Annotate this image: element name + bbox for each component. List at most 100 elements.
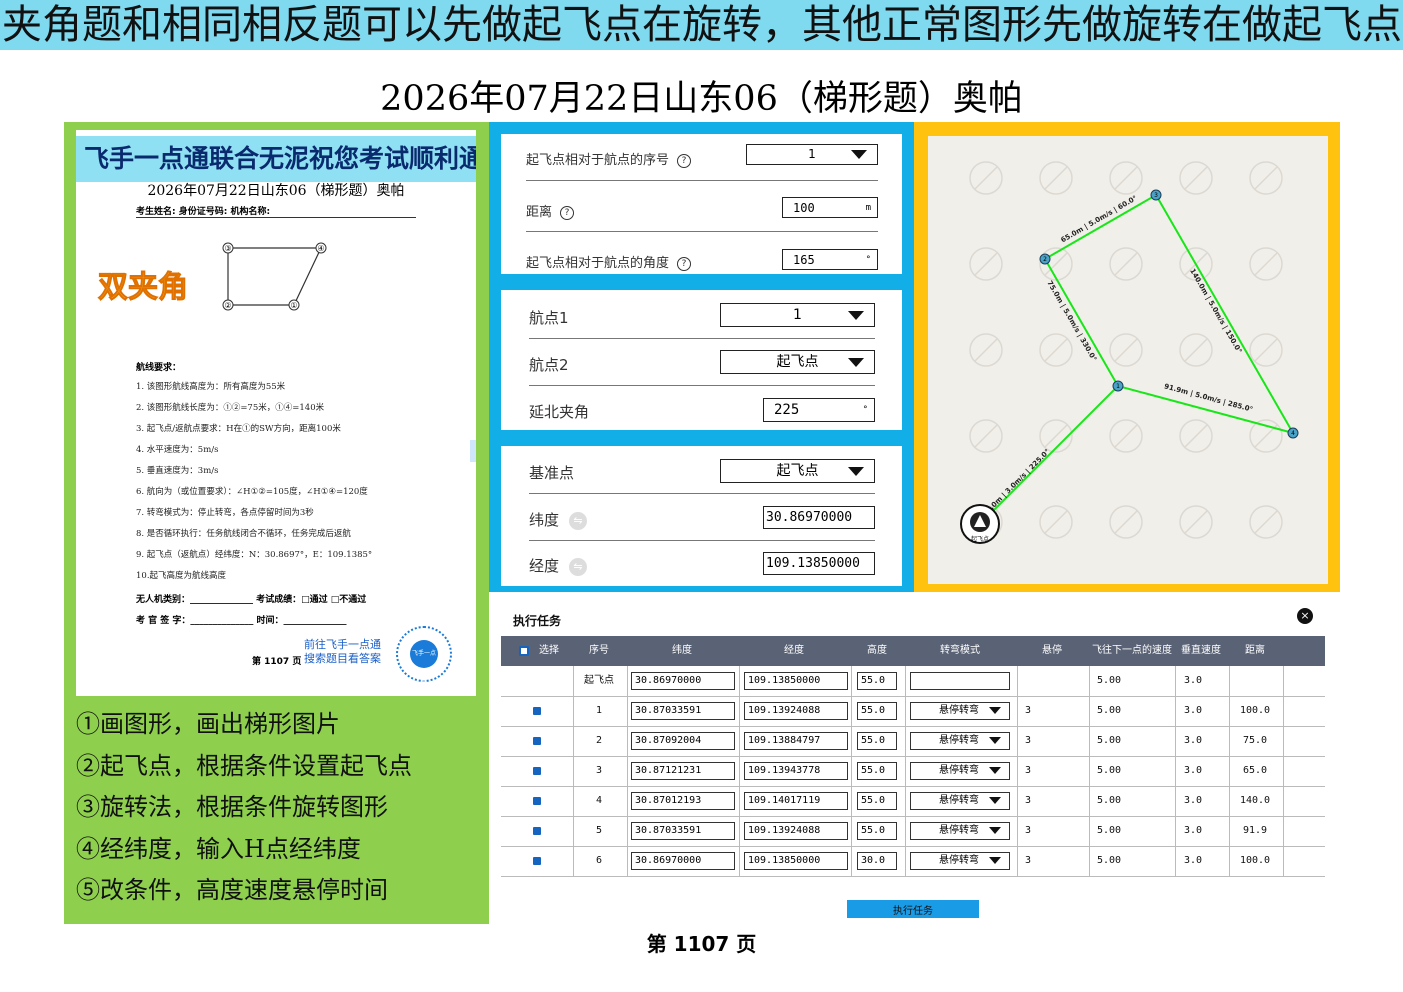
cell-lat-input[interactable]: 30.87012193 bbox=[631, 792, 735, 810]
cell-dist: 100.0 bbox=[1239, 705, 1271, 716]
cell-hover: 3 bbox=[1024, 705, 1032, 716]
cell-turn-dropdown[interactable]: 悬停转弯 bbox=[910, 732, 1010, 750]
cell-speed: 5.00 bbox=[1096, 705, 1122, 716]
cell-turn-dropdown[interactable]: 悬停转弯 bbox=[910, 762, 1010, 780]
cell-alt-input[interactable]: 55.0 bbox=[857, 792, 897, 810]
cell-lat-input[interactable]: 30.86970000 bbox=[631, 852, 735, 870]
qr-caption-1: 前往飞手一点通 bbox=[304, 638, 381, 651]
th-alt: 高度 bbox=[867, 645, 887, 656]
column-divider bbox=[1229, 666, 1230, 876]
row-checkbox[interactable] bbox=[533, 857, 541, 865]
cell-lat-input[interactable]: 30.87033591 bbox=[631, 702, 735, 720]
tile-placeholder-slash bbox=[1114, 338, 1138, 362]
row-checkbox[interactable] bbox=[533, 767, 541, 775]
cell-lng-input[interactable]: 109.14017119 bbox=[744, 792, 848, 810]
cell-seq: 2 bbox=[595, 735, 603, 746]
cell-alt-input[interactable]: 55.0 bbox=[857, 672, 897, 690]
tile-placeholder-slash bbox=[974, 166, 998, 190]
figure-point-4: ④ bbox=[317, 244, 324, 253]
map-view[interactable]: 100.0m | 3.0m/s | 225.0° 75.0m | 5.0m/s … bbox=[928, 136, 1328, 584]
qr-code-icon[interactable]: 飞手一点通 bbox=[396, 626, 452, 685]
cell-turn-empty[interactable] bbox=[910, 672, 1010, 690]
takeoff-card: 起飞点相对于航点的序号? 1 距离? 100 m 起飞点相对于航点的角度? 165… bbox=[501, 134, 902, 274]
turn-value: 悬停转弯 bbox=[939, 855, 979, 866]
cell-lat-input[interactable]: 30.87121231 bbox=[631, 762, 735, 780]
angle-row-label: 起飞点相对于航点的角度? bbox=[526, 252, 692, 271]
swap-icon[interactable]: ⇋ bbox=[569, 557, 588, 576]
cell-hover: 3 bbox=[1024, 735, 1032, 746]
cell-lat-input[interactable]: 30.86970000 bbox=[631, 672, 735, 690]
cell-lat-input[interactable]: 30.87092004 bbox=[631, 732, 735, 750]
cell-alt-input[interactable]: 55.0 bbox=[857, 762, 897, 780]
cell-seq: 5 bbox=[595, 825, 603, 836]
requirement-item: 3. 起飞点/返航点要求：H在①的SW方向，距离100米 bbox=[136, 424, 341, 434]
column-divider bbox=[627, 666, 628, 876]
execute-task-button[interactable]: 执行任务 bbox=[847, 900, 979, 918]
cell-turn-dropdown[interactable]: 悬停转弯 bbox=[910, 792, 1010, 810]
divider bbox=[529, 540, 875, 541]
turn-value: 悬停转弯 bbox=[939, 795, 979, 806]
cell-lng-input[interactable]: 109.13850000 bbox=[744, 852, 848, 870]
th-vspeed: 垂直速度 bbox=[1181, 645, 1221, 656]
cell-lng-input[interactable]: 109.13943778 bbox=[744, 762, 848, 780]
cell-turn-dropdown[interactable]: 悬停转弯 bbox=[910, 852, 1010, 870]
close-icon[interactable]: × bbox=[1297, 608, 1313, 624]
side-scroll-tab[interactable] bbox=[470, 440, 476, 462]
cell-lat-input[interactable]: 30.87033591 bbox=[631, 822, 735, 840]
cell-turn-dropdown[interactable]: 悬停转弯 bbox=[910, 702, 1010, 720]
wp1-dropdown[interactable]: 1 bbox=[720, 303, 875, 327]
row-checkbox[interactable] bbox=[533, 737, 541, 745]
swap-icon[interactable]: ⇋ bbox=[569, 511, 588, 530]
th-turn: 转弯模式 bbox=[940, 645, 980, 656]
cell-turn-dropdown[interactable]: 悬停转弯 bbox=[910, 822, 1010, 840]
tile-placeholder-slash bbox=[974, 252, 998, 276]
cell-lng-input[interactable]: 109.13850000 bbox=[744, 672, 848, 690]
row-checkbox[interactable] bbox=[533, 707, 541, 715]
latitude-input[interactable]: 30.86970000 bbox=[763, 506, 875, 529]
cell-dist: 91.9 bbox=[1242, 825, 1268, 836]
cell-alt-input[interactable]: 55.0 bbox=[857, 732, 897, 750]
cell-alt-input[interactable]: 55.0 bbox=[857, 822, 897, 840]
cell-lng-input[interactable]: 109.13924088 bbox=[744, 702, 848, 720]
longitude-input[interactable]: 109.13850000 bbox=[763, 552, 875, 575]
requirement-item: 5. 垂直速度为：3m/s bbox=[136, 466, 219, 476]
help-icon[interactable]: ? bbox=[677, 256, 692, 271]
help-icon[interactable]: ? bbox=[677, 153, 692, 168]
wp1-value: 1 bbox=[793, 307, 802, 323]
column-divider bbox=[1017, 666, 1018, 876]
cell-vspeed: 3.0 bbox=[1183, 795, 1203, 806]
home-marker[interactable]: 起飞点 bbox=[960, 504, 1000, 544]
column-divider bbox=[1283, 666, 1284, 876]
base-point-dropdown[interactable]: 起飞点 bbox=[720, 459, 875, 483]
waypoint-3-marker: 3 bbox=[1154, 192, 1158, 199]
select-all-checkbox[interactable] bbox=[519, 646, 529, 656]
tile-placeholder-slash bbox=[974, 424, 998, 448]
row-checkbox[interactable] bbox=[533, 827, 541, 835]
cell-lng-input[interactable]: 109.13884797 bbox=[744, 732, 848, 750]
label-2-to-3: 65.0m | 5.0m/s | 60.0° bbox=[1059, 194, 1139, 245]
seq-dropdown[interactable]: 1 bbox=[746, 144, 878, 165]
tile-placeholder-slash bbox=[1044, 424, 1068, 448]
row-checkbox[interactable] bbox=[533, 797, 541, 805]
qr-center-label: 飞手一点通 bbox=[410, 640, 438, 685]
double-angle-tag: 双夹角 bbox=[98, 270, 189, 306]
cell-dist: 65.0 bbox=[1242, 765, 1268, 776]
turn-value: 悬停转弯 bbox=[939, 825, 979, 836]
north-angle-label: 延北夹角 bbox=[529, 403, 590, 421]
cell-alt-input[interactable]: 55.0 bbox=[857, 702, 897, 720]
rotate-card: 航点1 1 航点2 起飞点 延北夹角 225 ° bbox=[501, 290, 902, 430]
exam-paper: 飞手一点通联合无泥祝您考试顺利通过 2026年07月22日山东06（梯形题）奥帕… bbox=[76, 130, 476, 696]
top-banner: 夹角题和相同相反题可以先做起飞点在旋转，其他正常图形先做旋转在做起飞点 bbox=[0, 0, 1403, 50]
wp2-dropdown[interactable]: 起飞点 bbox=[720, 350, 875, 374]
distance-input[interactable]: 100 m bbox=[782, 197, 878, 218]
chevron-down-icon bbox=[989, 857, 1001, 864]
help-icon[interactable]: ? bbox=[560, 205, 575, 220]
angle-input[interactable]: 165 ° bbox=[782, 249, 878, 270]
qr-caption: 前往飞手一点通 搜索题目看答案 bbox=[304, 638, 381, 666]
tile-placeholder-slash bbox=[1044, 338, 1068, 362]
cell-lng-input[interactable]: 109.13924088 bbox=[744, 822, 848, 840]
chevron-down-icon bbox=[989, 767, 1001, 774]
cell-alt-input[interactable]: 30.0 bbox=[857, 852, 897, 870]
cell-speed: 5.00 bbox=[1096, 795, 1122, 806]
north-angle-input[interactable]: 225 ° bbox=[763, 398, 875, 422]
